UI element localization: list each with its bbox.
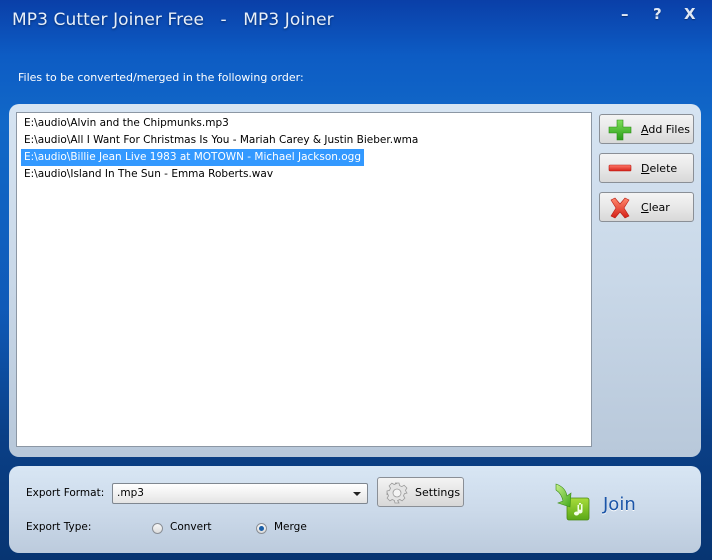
export-format-label: Export Format:: [26, 487, 105, 499]
dropdown-arrow-icon: [353, 492, 361, 496]
delete-button[interactable]: Delete: [599, 153, 694, 183]
minus-icon: [608, 164, 632, 172]
join-label: Join: [603, 494, 636, 515]
convert-radio-label[interactable]: Convert: [170, 521, 212, 533]
export-type-label: Export Type:: [26, 521, 92, 533]
minimize-button[interactable]: –: [621, 5, 629, 23]
merge-radio-label[interactable]: Merge: [274, 521, 307, 533]
add-files-label: Add Files: [641, 123, 690, 136]
files-order-label: Files to be converted/merged in the foll…: [18, 71, 304, 84]
file-list[interactable]: E:\audio\Alvin and the Chipmunks.mp3 E:\…: [16, 112, 592, 447]
close-button[interactable]: X: [684, 5, 696, 23]
clear-button[interactable]: Clear: [599, 192, 694, 222]
export-format-value: .mp3: [117, 487, 144, 499]
delete-label: Delete: [641, 162, 678, 175]
file-list-item-selected[interactable]: E:\audio\Billie Jean Live 1983 at MOTOWN…: [21, 149, 365, 166]
file-list-item[interactable]: E:\audio\Island In The Sun - Emma Robert…: [21, 166, 276, 183]
join-button[interactable]: Join: [552, 480, 652, 526]
export-format-select[interactable]: .mp3: [112, 483, 368, 504]
add-files-button[interactable]: Add Files: [599, 114, 694, 144]
file-list-item[interactable]: E:\audio\Alvin and the Chipmunks.mp3: [21, 115, 232, 132]
plus-icon: [608, 119, 632, 141]
help-button[interactable]: ?: [653, 5, 662, 23]
clear-label: Clear: [641, 201, 670, 214]
settings-label: Settings: [415, 486, 461, 499]
x-icon: [610, 197, 630, 219]
file-list-item[interactable]: E:\audio\All I Want For Christmas Is You…: [21, 132, 421, 149]
settings-button[interactable]: Settings: [377, 477, 464, 507]
window-title: MP3 Cutter Joiner Free - MP3 Joiner: [12, 10, 334, 30]
merge-radio[interactable]: [256, 523, 267, 534]
gear-icon: [386, 482, 408, 504]
convert-radio[interactable]: [152, 523, 163, 534]
join-music-arrow-icon: [555, 483, 590, 521]
